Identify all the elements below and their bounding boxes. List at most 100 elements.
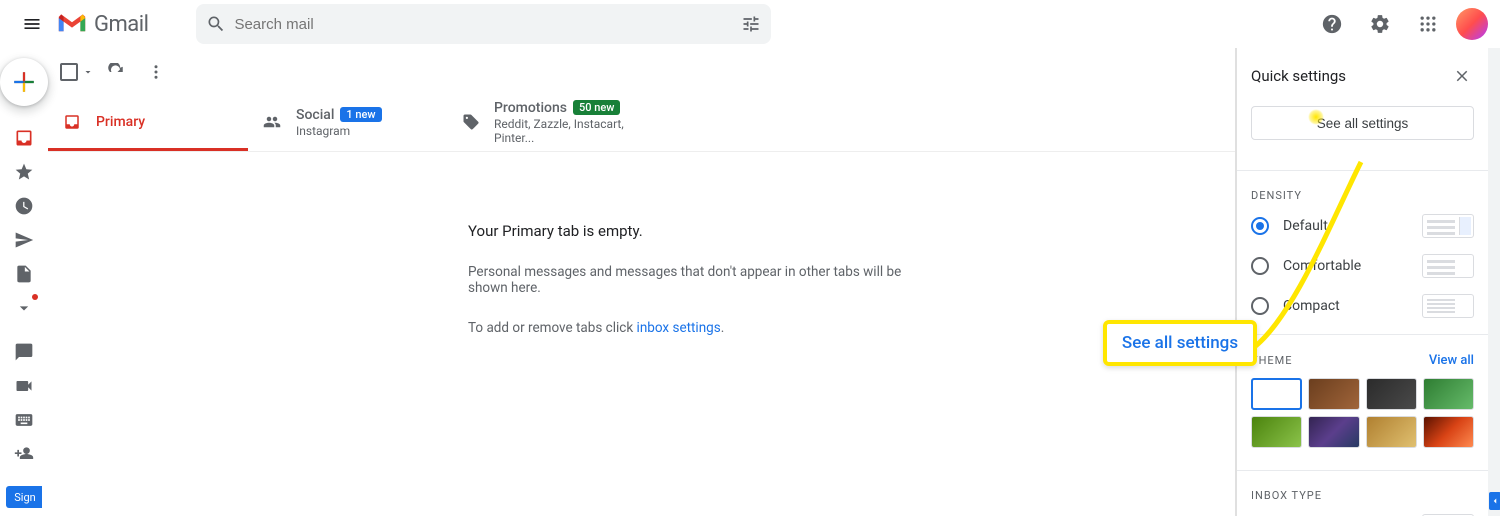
tab-social-label: Social (296, 107, 334, 123)
search-icon[interactable] (204, 12, 228, 36)
gmail-logo[interactable]: Gmail (56, 12, 148, 37)
empty-line2-prefix: To add or remove tabs click (468, 320, 637, 336)
keyboard-icon (14, 410, 34, 430)
tab-primary[interactable]: Primary (48, 96, 248, 151)
radio-off-icon (1251, 257, 1269, 275)
show-side-panel-button[interactable] (1489, 492, 1500, 510)
density-comfortable-label: Comfortable (1283, 258, 1361, 274)
radio-off-icon (1251, 297, 1269, 315)
nav-keyboard[interactable] (8, 404, 40, 436)
density-compact-row[interactable]: Compact (1251, 294, 1474, 318)
empty-line2: To add or remove tabs click inbox settin… (468, 320, 908, 336)
nav-snoozed[interactable] (8, 190, 40, 222)
empty-line2-suffix: . (721, 320, 725, 336)
person-add-icon (14, 444, 34, 464)
google-apps-button[interactable] (1408, 4, 1448, 44)
theme-tile[interactable] (1251, 416, 1302, 448)
tab-promotions[interactable]: Promotions 50 new Reddit, Zazzle, Instac… (448, 96, 648, 151)
density-comfortable-thumb (1422, 254, 1474, 278)
refresh-button[interactable] (98, 54, 134, 90)
theme-tile[interactable] (1423, 416, 1474, 448)
account-avatar[interactable] (1456, 8, 1488, 40)
main-menu-button[interactable] (12, 4, 52, 44)
help-icon (1321, 13, 1343, 35)
more-vertical-icon (147, 63, 165, 81)
theme-tile[interactable] (1251, 378, 1302, 410)
theme-grid (1251, 378, 1474, 448)
nav-chat[interactable] (8, 336, 40, 368)
apps-grid-icon (1418, 14, 1438, 34)
gear-icon (1369, 13, 1391, 35)
nav-starred[interactable] (8, 156, 40, 188)
theme-tile[interactable] (1423, 378, 1474, 410)
density-compact-thumb (1422, 294, 1474, 318)
file-icon (14, 264, 34, 284)
nav-more[interactable] (8, 292, 40, 324)
radio-on-icon (1251, 217, 1269, 235)
tab-promotions-label: Promotions (494, 100, 567, 116)
people-icon (262, 112, 282, 132)
nav-contacts[interactable] (8, 438, 40, 470)
callout-text: See all settings (1122, 333, 1238, 353)
top-bar: Gmail (0, 0, 1500, 48)
send-icon (14, 230, 34, 250)
search-bar[interactable] (196, 4, 771, 44)
mail-pane: Primary Social 1 new Instagram (48, 48, 1236, 516)
more-actions-button[interactable] (138, 54, 174, 90)
inbox-settings-link[interactable]: inbox settings (637, 320, 721, 336)
density-heading: DENSITY (1251, 189, 1474, 202)
density-default-row[interactable]: Default (1251, 214, 1474, 238)
empty-primary-state: Your Primary tab is empty. Personal mess… (48, 152, 948, 336)
star-icon (14, 162, 34, 182)
nav-meet[interactable] (8, 370, 40, 402)
nav-sent[interactable] (8, 224, 40, 256)
empty-title: Your Primary tab is empty. (468, 222, 908, 240)
theme-heading: THEME (1251, 354, 1293, 367)
close-icon (1453, 67, 1471, 85)
tab-primary-label: Primary (96, 114, 145, 130)
theme-tile[interactable] (1366, 378, 1417, 410)
theme-view-all-link[interactable]: View all (1429, 353, 1474, 368)
density-default-label: Default (1283, 218, 1328, 234)
inbox-type-heading: INBOX TYPE (1251, 489, 1474, 502)
divider (1237, 170, 1488, 171)
nav-drafts[interactable] (8, 258, 40, 290)
search-options-icon[interactable] (739, 12, 763, 36)
compose-button[interactable] (0, 58, 48, 106)
topbar-actions (1312, 4, 1488, 44)
gmail-logo-text: Gmail (94, 12, 148, 37)
tab-promotions-badge: 50 new (573, 100, 620, 115)
see-all-settings-callout: See all settings (1103, 320, 1257, 366)
chevron-down-icon (82, 66, 94, 78)
nav-inbox[interactable] (8, 122, 40, 154)
theme-tile[interactable] (1308, 416, 1359, 448)
inbox-icon (62, 112, 82, 132)
search-input[interactable] (228, 16, 739, 33)
gmail-logo-icon (56, 12, 88, 36)
checkbox-icon (60, 63, 78, 81)
refresh-icon (107, 63, 125, 81)
theme-tile[interactable] (1366, 416, 1417, 448)
chat-icon (14, 342, 34, 362)
quick-settings-panel: Quick settings See all settings DENSITY … (1236, 48, 1488, 516)
see-all-settings-button[interactable]: See all settings (1251, 106, 1474, 140)
clock-icon (14, 196, 34, 216)
chevron-left-icon (1490, 496, 1500, 506)
inbox-icon (14, 128, 34, 148)
mail-toolbar (48, 48, 1235, 96)
select-all-checkbox[interactable] (60, 63, 94, 81)
sign-in-button[interactable]: Sign (6, 486, 42, 508)
support-button[interactable] (1312, 4, 1352, 44)
settings-button[interactable] (1360, 4, 1400, 44)
divider (1237, 470, 1488, 471)
empty-line1: Personal messages and messages that don'… (468, 264, 908, 296)
density-default-thumb (1422, 214, 1474, 238)
hamburger-icon (22, 14, 42, 34)
theme-tile[interactable] (1308, 378, 1359, 410)
density-compact-label: Compact (1283, 298, 1340, 314)
density-comfortable-row[interactable]: Comfortable (1251, 254, 1474, 278)
close-quick-settings[interactable] (1450, 64, 1474, 88)
tag-icon (462, 112, 480, 132)
tab-social[interactable]: Social 1 new Instagram (248, 96, 448, 151)
video-icon (14, 376, 34, 396)
